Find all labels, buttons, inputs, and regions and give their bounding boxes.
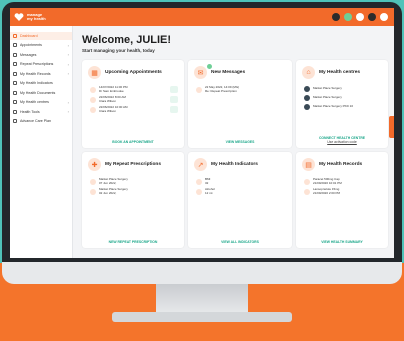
sidebar-item-messages[interactable]: Messages ›	[10, 51, 72, 59]
list-item[interactable]: Market Place Surgery	[304, 86, 382, 92]
video-icon[interactable]	[170, 106, 178, 114]
view-indicators-link[interactable]: VIEW ALL INDICATORS	[188, 240, 292, 244]
list-item[interactable]: Market Place Surgery PKD 10	[304, 104, 382, 110]
sidebar-item-health-indicators[interactable]: My Health Indicators	[10, 79, 72, 87]
sidebar-item-appointments[interactable]: Appointments ›	[10, 41, 72, 49]
appointments-card: ▦ Upcoming Appointments 14/07/2022 11:00 …	[82, 60, 184, 148]
list-item[interactable]: Lansoprazole 15mg 21/09/2020 2:00 PM	[304, 188, 382, 195]
card-title: My Health Records	[319, 162, 363, 167]
notification-icon[interactable]	[332, 13, 340, 21]
list-item[interactable]: Paracet 500mg Cap 21/09/2020 10:01 PM	[304, 177, 382, 185]
tools-icon	[13, 109, 17, 114]
health-centres-card: ⌂ My Health centres Market Place Surgery …	[296, 60, 388, 148]
sidebar-item-health-documents[interactable]: My Health Documents	[10, 89, 72, 97]
page-subtitle: Start managing your health, today	[82, 48, 155, 53]
toolbar-icons	[332, 13, 388, 21]
app-logo[interactable]: manage my health	[14, 13, 46, 21]
records-icon: ▤	[302, 158, 315, 171]
calendar-icon	[13, 43, 17, 47]
chevron-down-icon: ›	[67, 42, 69, 48]
sidebar-item-prescriptions[interactable]: Repeat Prescriptions ›	[10, 60, 72, 68]
view-summary-link[interactable]: VIEW HEALTH SUMMARY	[296, 240, 388, 244]
activation-code-link[interactable]: Use activation code	[296, 140, 388, 144]
envelope-icon	[196, 86, 202, 93]
calendar-icon: ▦	[88, 66, 101, 79]
monitor-chin	[2, 262, 402, 284]
card-title: Upcoming Appointments	[105, 70, 162, 75]
new-badge	[207, 64, 212, 69]
pill-icon	[90, 188, 96, 195]
trend-icon: ↗	[194, 158, 207, 171]
messages-card: ✉ New Messages 22 May 2022, 14:09 (MG) Re:…	[188, 60, 292, 148]
heart-icon	[14, 13, 24, 21]
main-content: Welcome, JULIE! Start managing your heal…	[76, 30, 390, 53]
records-icon	[13, 71, 17, 76]
list-item[interactable]: 22/06/2022 10:00 AM Clara Wilson	[90, 106, 178, 114]
card-title: New Messages	[211, 70, 246, 75]
chevron-down-icon: ›	[67, 71, 69, 76]
monitor-base	[112, 312, 292, 322]
sidebar-item-care-plan[interactable]: Advance Care Plan	[10, 117, 72, 125]
chevron-down-icon: ›	[67, 99, 69, 105]
health-indicators-card: ↗ My Health Indicators BMI 32 Alcohol 12 mt…	[188, 152, 292, 248]
alcohol-icon	[196, 188, 202, 195]
menu-icon[interactable]	[380, 13, 388, 21]
sidebar-item-health-centres[interactable]: My Health centres ›	[10, 98, 72, 106]
medication-icon	[304, 178, 310, 185]
list-item[interactable]: 22/06/2022 8:00 AM Clara Wilson	[90, 96, 178, 104]
list-item[interactable]: BMI 32	[196, 177, 286, 185]
calendar-icon	[90, 86, 96, 93]
prescriptions-card: ✚ My Repeat Prescriptions Market Place Su…	[82, 152, 184, 248]
avatar[interactable]	[368, 13, 376, 21]
plan-icon	[13, 119, 17, 123]
phone-icon[interactable]	[170, 96, 178, 104]
envelope-icon	[13, 52, 17, 57]
book-appointment-link[interactable]: BOOK AN APPOINTMENT	[82, 140, 184, 144]
list-item[interactable]: Market Place Surgery 07 Jun 2022,	[90, 177, 178, 185]
sidebar-item-dashboard[interactable]: Dashboard	[10, 31, 72, 40]
pill-icon	[13, 62, 17, 66]
list-item[interactable]: 14/07/2022 11:00 PM Dr Sam Embrooke	[90, 85, 178, 94]
chevron-down-icon: ›	[67, 52, 69, 57]
card-title: My Health Indicators	[211, 162, 258, 167]
dashboard-icon	[13, 33, 17, 38]
envelope-icon: ✉	[194, 66, 207, 79]
new-prescription-link[interactable]: NEW REPEAT PRESCRIPTION	[82, 240, 184, 244]
sidebar-item-health-records[interactable]: My Health Records ›	[10, 70, 72, 78]
list-item[interactable]: Market Place Surgery 02 Jun 2022,	[90, 188, 178, 195]
calendar-icon	[90, 106, 96, 113]
surgery-avatar	[304, 86, 310, 92]
calendar-icon	[90, 96, 96, 103]
list-item[interactable]: Alcohol 12 mt	[196, 188, 286, 195]
trend-icon	[13, 81, 17, 85]
card-title: My Health centres	[319, 70, 361, 75]
surgery-avatar	[304, 104, 310, 110]
app-screen: manage my health Dashboard Appointments ›…	[10, 8, 394, 258]
calendar-icon[interactable]	[344, 13, 352, 21]
medication-icon	[304, 188, 310, 195]
feedback-tab[interactable]	[389, 116, 394, 138]
settings-icon[interactable]	[356, 13, 364, 21]
health-records-card: ▤ My Health Records Paracet 500mg Cap 21/0…	[296, 152, 388, 248]
list-item[interactable]: Market Place Surgery	[304, 95, 382, 101]
list-item[interactable]: 22 May 2022, 14:09 (MG) Re: Repeat Prescr…	[196, 85, 286, 93]
sidebar: Dashboard Appointments › Messages › Repeat…	[10, 26, 73, 258]
document-icon	[13, 90, 17, 95]
pill-icon: ✚	[88, 158, 101, 171]
building-icon: ⌂	[302, 66, 315, 79]
chevron-down-icon: ›	[67, 61, 69, 67]
top-bar: manage my health	[10, 8, 394, 26]
building-icon	[13, 100, 17, 104]
pill-icon	[90, 178, 96, 185]
chevron-down-icon: ›	[67, 109, 69, 114]
sidebar-item-health-tools[interactable]: Health Tools ›	[10, 108, 72, 116]
video-icon[interactable]	[170, 86, 178, 94]
card-title: My Repeat Prescriptions	[105, 162, 161, 167]
surgery-avatar	[304, 95, 310, 101]
logo-text: manage my health	[27, 12, 46, 21]
page-title: Welcome, JULIE!	[82, 34, 172, 46]
bmi-icon	[196, 178, 202, 185]
view-messages-link[interactable]: VIEW MESSAGES	[188, 140, 292, 144]
